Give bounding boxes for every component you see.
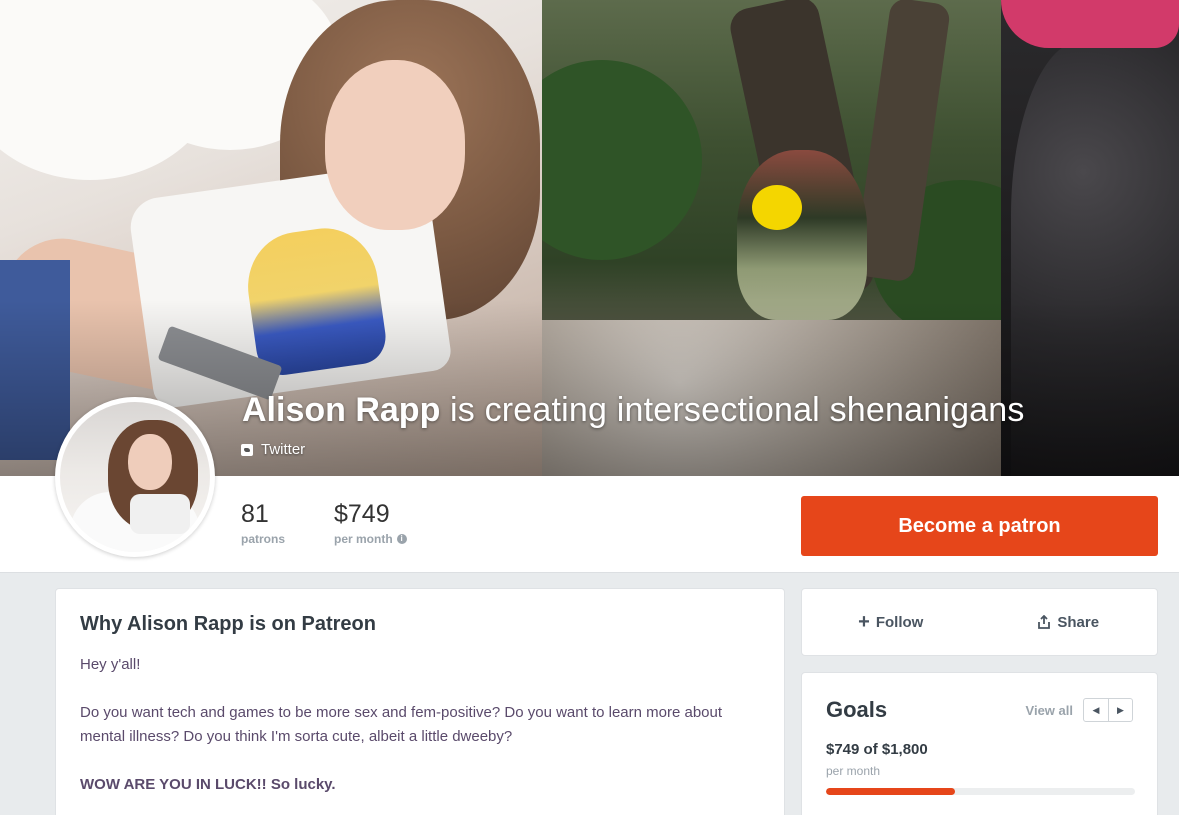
cover-image: Alison Rapp is creating intersectional s… [0, 0, 1179, 476]
chevron-left-icon[interactable]: ◀ [1084, 699, 1108, 721]
patrons-count: 81 [241, 500, 269, 528]
about-paragraph: Hey y'all! [80, 656, 141, 673]
creator-tagline: is creating intersectional shenanigans [440, 391, 1025, 429]
twitter-link[interactable]: Twitter [241, 441, 305, 458]
chevron-right-icon[interactable]: ▶ [1108, 699, 1132, 721]
goals-pager: ◀ ▶ [1083, 698, 1133, 722]
goal-progress-bar [826, 788, 1135, 795]
avatar [55, 397, 215, 557]
follow-button[interactable]: + Follow [802, 589, 980, 655]
creator-name: Alison Rapp [242, 391, 441, 429]
about-paragraph: Do you want tech and games to be more se… [80, 704, 723, 745]
plus-icon: + [858, 611, 870, 633]
share-label: Share [1057, 613, 1100, 631]
earnings-label: per month i [334, 532, 407, 546]
share-button[interactable]: Share [980, 589, 1158, 655]
goal-amount: $749 of $1,800 [826, 741, 928, 758]
twitter-icon [241, 443, 253, 456]
goals-card: Goals View all ◀ ▶ $749 of $1,800 per mo… [801, 672, 1158, 815]
goal-progress-fill [826, 788, 955, 795]
info-icon[interactable]: i [396, 534, 407, 544]
about-title: Why Alison Rapp is on Patreon [80, 613, 376, 635]
patrons-label: patrons [241, 532, 286, 546]
view-all-link[interactable]: View all [1026, 703, 1073, 718]
about-body: Hey y'all! Do you want tech and games to… [80, 653, 760, 797]
follow-label: Follow [875, 613, 924, 631]
about-paragraph: WOW ARE YOU IN LUCK!! So lucky. [80, 776, 336, 793]
earnings-amount: $749 [334, 500, 390, 528]
earnings-stat: $749 per month i [334, 500, 407, 546]
patrons-stat: 81 patrons [241, 500, 285, 546]
about-card: Why Alison Rapp is on Patreon Hey y'all!… [55, 588, 785, 815]
twitter-link-label: Twitter [261, 441, 306, 458]
goals-title: Goals [826, 697, 888, 722]
goal-period: per month [826, 764, 881, 778]
follow-share-card: + Follow Share [801, 588, 1158, 656]
share-icon [1037, 615, 1051, 629]
creator-heading: Alison Rapp is creating intersectional s… [242, 391, 1025, 430]
become-patron-button[interactable]: Become a patron [801, 496, 1158, 556]
